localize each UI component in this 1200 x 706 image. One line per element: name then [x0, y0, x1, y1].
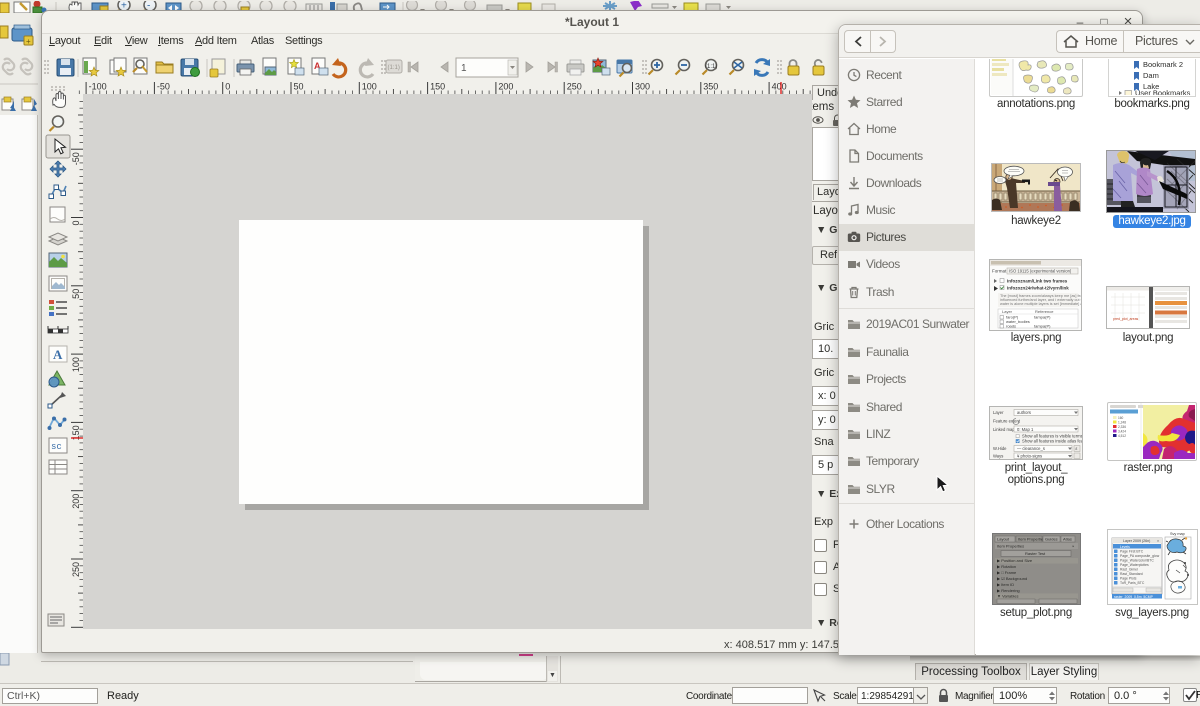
svg-text:Layer: Layer	[993, 410, 1004, 415]
svg-text:200: 200	[498, 82, 513, 92]
svg-text:160: 160	[1118, 416, 1124, 420]
svg-text:Layer 2009 (26n): Layer 2009 (26n)	[1123, 539, 1150, 543]
svg-text:Infozoznam/Link two frames: Infozoznam/Link two frames	[1007, 279, 1068, 284]
svg-text:Page_Watercolor/BTC: Page_Watercolor/BTC	[1120, 559, 1154, 563]
svg-text:▶ Item ID: ▶ Item ID	[997, 582, 1014, 587]
svg-text:Svy map: Svy map	[1170, 532, 1185, 536]
svg-text:authors: authors	[1017, 410, 1031, 415]
svg-text:ε: ε	[1076, 446, 1078, 451]
svg-text:Format: Format	[992, 269, 1007, 274]
svg-text:Atlas: Atlas	[1063, 537, 1072, 542]
svg-text:50: 50	[71, 289, 81, 299]
svg-text:(1:1): (1:1)	[705, 64, 717, 70]
svg-text:User Bookmarks: User Bookmarks	[1135, 89, 1191, 96]
svg-text:1: 1	[461, 63, 467, 74]
svg-text:Feature extent: Feature extent	[993, 419, 1021, 424]
svg-text:4,512: 4,512	[1118, 434, 1126, 438]
svg-text:A: A	[53, 347, 63, 362]
svg-text:(1:1): (1:1)	[388, 65, 400, 71]
svg-text:Raster Test: Raster Test	[1025, 551, 1046, 556]
svg-text:0: Map 1: 0: Map 1	[1017, 427, 1034, 432]
svg-text:0: 0	[71, 221, 81, 226]
svg-text:×: ×	[1157, 539, 1159, 543]
svg-text:▶ Position and Size: ▶ Position and Size	[997, 558, 1033, 563]
svg-text:3,424: 3,424	[1118, 429, 1126, 433]
svg-text:100: 100	[71, 357, 81, 372]
svg-text:Page First BTC: Page First BTC	[1120, 550, 1144, 554]
svg-text:water is alone multiple layers: water is alone multiple layers is set [i…	[1000, 302, 1081, 306]
svg-text:-100: -100	[89, 82, 107, 92]
svg-text:+: +	[26, 37, 31, 46]
svg-text:Page_Waterplottes: Page_Waterplottes	[1120, 563, 1149, 567]
svg-text:100: 100	[362, 82, 377, 92]
svg-text:▶ Rotation: ▶ Rotation	[997, 564, 1016, 569]
svg-text:1,248: 1,248	[1118, 420, 1126, 424]
svg-text:50: 50	[294, 82, 304, 92]
svg-text:250: 250	[71, 562, 81, 577]
svg-text:▶ ☑ Background: ▶ ☑ Background	[997, 576, 1027, 581]
svg-text:150: 150	[430, 82, 445, 92]
svg-text:-50: -50	[157, 82, 170, 92]
svg-text:W.Hide: W.Hide	[993, 446, 1007, 451]
svg-text:2,336: 2,336	[1118, 425, 1126, 429]
svg-text:▶ Rendering: ▶ Rendering	[997, 588, 1020, 593]
svg-text:400: 400	[772, 82, 787, 92]
svg-text:pred_plot_areas: pred_plot_areas	[1113, 317, 1139, 321]
svg-text:Ways: Ways	[993, 454, 1003, 459]
svg-text:250: 250	[567, 82, 582, 92]
svg-text:sc: sc	[51, 442, 62, 452]
svg-text:ToR_Paris_BTC: ToR_Paris_BTC	[1120, 581, 1145, 585]
svg-text:200: 200	[71, 494, 81, 509]
svg-text:Bookmark 2: Bookmark 2	[1143, 60, 1183, 69]
svg-text:Item Properties: Item Properties	[1018, 537, 1045, 542]
svg-text:Page_PA composite_glow: Page_PA composite_glow	[1120, 554, 1160, 558]
svg-text:roads: roads	[1006, 324, 1016, 329]
svg-text:Item Properties: Item Properties	[997, 544, 1024, 549]
svg-text:Infozozn24r/what-t2/vyrn/link: Infozozn24r/what-t2/vyrn/link	[1007, 286, 1069, 291]
svg-text:ISO 19115 (experimental versio: ISO 19115 (experimental version)	[1009, 269, 1072, 274]
svg-text:Show all features inside atlas: Show all features inside atlas feature	[1022, 439, 1082, 444]
svg-text:-50: -50	[71, 152, 81, 165]
svg-text:tampa(P): tampa(P)	[1034, 324, 1051, 329]
svg-text:▼ Variables: ▼ Variables	[997, 594, 1018, 599]
svg-text:tampa(P): tampa(P)	[1034, 315, 1051, 320]
svg-text:Layout: Layout	[997, 537, 1010, 542]
svg-text:— clearance_s: — clearance_s	[1017, 446, 1045, 451]
svg-text:raster_2009_0.5m_5CMP: raster_2009_0.5m_5CMP	[1114, 595, 1154, 599]
svg-text:Linked map: Linked map	[993, 427, 1015, 432]
svg-text:Rast_Gimel: Rast_Gimel	[1120, 568, 1138, 572]
svg-text:Guides: Guides	[1045, 537, 1058, 542]
svg-text:Rast_Standard: Rast_Standard	[1120, 572, 1143, 576]
svg-text:¥ photo-signs: ¥ photo-signs	[1017, 454, 1042, 459]
svg-text:Layer: Layer	[1002, 309, 1013, 314]
svg-text:Levels: Levels	[1120, 545, 1130, 549]
svg-text:▶ □ Frame: ▶ □ Frame	[997, 570, 1017, 575]
svg-text:Dam: Dam	[1143, 71, 1159, 80]
svg-text:0: 0	[225, 82, 230, 92]
svg-text:350: 350	[703, 82, 718, 92]
svg-text:Reference: Reference	[1035, 309, 1054, 314]
svg-text:300: 300	[635, 82, 650, 92]
svg-text:Page Plots: Page Plots	[1120, 577, 1137, 581]
